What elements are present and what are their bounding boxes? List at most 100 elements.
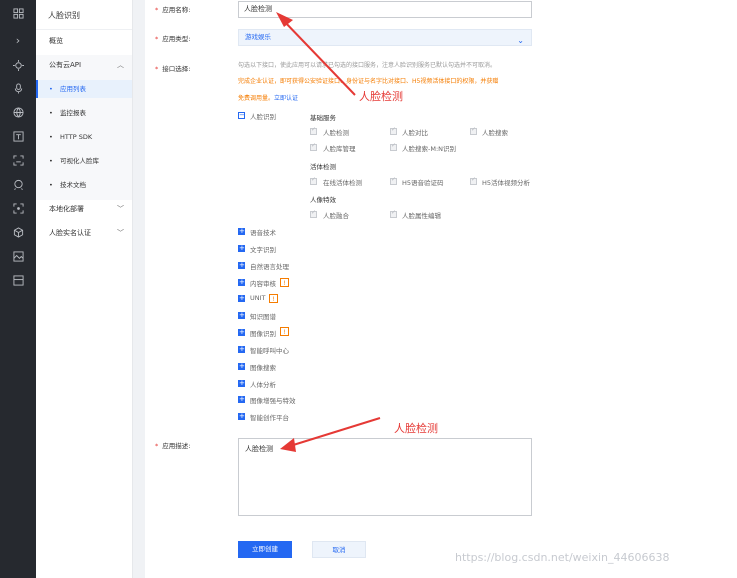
api-group-creation[interactable]: 智能创作平台: [250, 412, 289, 422]
image-icon[interactable]: [0, 245, 36, 267]
expand-icon[interactable]: +: [238, 279, 245, 286]
checkbox-h5-voice[interactable]: [390, 176, 397, 185]
main-panel: * 应用名称: 人脸检测 * 应用类型: 游戏娱乐 ⌄ * 接口选择: 勾选以下接口，…: [145, 0, 737, 578]
required-mark: *: [155, 65, 159, 73]
body-icon[interactable]: [0, 197, 36, 219]
app-name-label: * 应用名称:: [155, 6, 191, 14]
sidebar-item-realname-auth[interactable]: 人脸实名认证 ﹀: [36, 224, 132, 242]
api-group-image-recog[interactable]: 图像识别: [250, 328, 276, 338]
sidebar-item-public-api[interactable]: 公有云API ︿: [36, 56, 132, 74]
sidebar-item-label: 概览: [49, 37, 63, 45]
api-group-kg[interactable]: 知识图谱: [250, 311, 276, 321]
api-label: 人脸对比: [402, 129, 428, 137]
api-label: 人脸搜索: [482, 129, 508, 137]
cancel-button[interactable]: 取消: [312, 541, 366, 558]
expand-icon[interactable]: +: [238, 413, 245, 420]
expand-icon[interactable]: +: [238, 295, 245, 302]
api-label: 人脸属性编辑: [402, 212, 441, 220]
liveness-title: 活体检测: [310, 163, 336, 171]
warning-badge: !: [280, 278, 289, 287]
layout-icon[interactable]: [0, 269, 36, 291]
sidebar-item-monitor[interactable]: • 监控报表: [36, 104, 132, 122]
basic-services-title: 基础服务: [310, 114, 336, 122]
checkbox-h5-video[interactable]: [470, 176, 477, 185]
sidebar-item-http-sdk[interactable]: • HTTP SDK: [36, 128, 132, 146]
checkbox-online-liveness[interactable]: [310, 176, 317, 185]
sidebar-item-docs[interactable]: • 技术文档: [36, 176, 132, 194]
app-type-select[interactable]: 游戏娱乐 ⌄: [238, 29, 532, 46]
api-group-face: 人脸识别: [250, 113, 276, 121]
api-group-body[interactable]: 人体分析: [250, 379, 276, 389]
api-label: 人脸库管理: [323, 145, 356, 153]
api-group-call-center[interactable]: 智能呼叫中心: [250, 345, 289, 355]
app-name-input[interactable]: 人脸检测: [238, 1, 532, 18]
sidebar-title: 人脸识别: [48, 11, 80, 20]
cube-icon[interactable]: [0, 221, 36, 243]
sidebar-item-local-deploy[interactable]: 本地化部署 ﹀: [36, 200, 132, 218]
sidebar-item-app-list[interactable]: • 应用列表: [36, 80, 132, 98]
settings-icon[interactable]: [0, 54, 36, 76]
sidebar-item-label: 应用列表: [60, 85, 86, 93]
create-button[interactable]: 立即创建: [238, 541, 292, 558]
globe-icon[interactable]: [0, 101, 36, 123]
expand-icon[interactable]: +: [238, 363, 245, 370]
checkbox-face-lib[interactable]: [310, 142, 317, 151]
text-icon[interactable]: [0, 125, 36, 147]
sidebar-item-overview[interactable]: 概览: [36, 32, 132, 50]
app-desc-label: * 应用描述:: [155, 442, 191, 450]
api-group-ocr[interactable]: 文字识别: [250, 244, 276, 254]
chevron-down-icon: ⌄: [517, 36, 524, 45]
checkbox-face-search[interactable]: [470, 126, 477, 135]
expand-icon[interactable]: +: [238, 396, 245, 403]
face-id-icon[interactable]: [0, 173, 36, 195]
expand-icon[interactable]: +: [238, 312, 245, 319]
checkbox-face-attr-edit[interactable]: [390, 209, 397, 218]
expand-icon[interactable]: +: [238, 329, 245, 336]
scan-face-icon[interactable]: [0, 149, 36, 171]
bullet-icon: •: [49, 157, 53, 165]
api-group-content-audit[interactable]: 内容审核: [250, 278, 276, 288]
api-label: 人脸搜索-M:N识别: [402, 145, 457, 153]
auth-link[interactable]: 立即认证: [274, 95, 298, 102]
api-group-image-search[interactable]: 图像搜索: [250, 362, 276, 372]
annotation-label: 人脸检测: [394, 422, 438, 435]
chevron-down-icon: ﹀: [117, 205, 124, 213]
checkbox-face-detect[interactable]: [310, 126, 317, 135]
divider: [36, 29, 132, 30]
api-group-unit[interactable]: UNIT: [250, 294, 266, 302]
checkbox-face-mn[interactable]: [390, 142, 397, 151]
bullet-icon: •: [49, 181, 53, 189]
sidebar-item-label: HTTP SDK: [60, 133, 93, 141]
sidebar-item-face-library[interactable]: • 可视化人脸库: [36, 152, 132, 170]
expand-icon[interactable]: +: [238, 380, 245, 387]
grid-icon[interactable]: [0, 2, 36, 24]
expand-icon[interactable]: +: [238, 228, 245, 235]
sidebar-item-label: 公有云API: [49, 61, 82, 69]
api-group-nlp[interactable]: 自然语言处理: [250, 261, 289, 271]
mic-icon[interactable]: [0, 77, 36, 99]
checkbox-face-compare[interactable]: [390, 126, 397, 135]
app-desc-textarea[interactable]: 人脸检测: [238, 438, 532, 516]
checkbox-face-merge[interactable]: [310, 209, 317, 218]
sidebar-item-label: 人脸实名认证: [49, 229, 91, 237]
sidebar: 人脸识别 概览 公有云API ︿ • 应用列表 • 监控报表 • HTTP SD…: [36, 0, 133, 578]
icon-rail: ›: [0, 0, 36, 578]
api-label: 在线活体检测: [323, 179, 362, 187]
expand-icon[interactable]: +: [238, 346, 245, 353]
warning-badge: !: [269, 294, 278, 303]
api-group-image-enhance[interactable]: 图像增强与特效: [250, 395, 296, 405]
chevron-down-icon: ﹀: [117, 229, 124, 237]
api-group-speech[interactable]: 语音技术: [250, 227, 276, 237]
collapse-icon[interactable]: −: [238, 112, 245, 119]
effects-title: 人像特效: [310, 196, 336, 204]
api-label: 人脸融合: [323, 212, 349, 220]
expand-icon[interactable]: +: [238, 262, 245, 269]
sidebar-item-label: 可视化人脸库: [60, 157, 99, 165]
expand-icon[interactable]: +: [238, 245, 245, 252]
app-type-value: 游戏娱乐: [245, 33, 271, 41]
enterprise-auth-notice: 完成企业认证，即可获得公安验证接口、身份证与名字比对接口、H5视频活体接口的权限…: [238, 78, 499, 85]
expand-icon[interactable]: ›: [0, 29, 36, 51]
active-indicator: [36, 80, 38, 98]
annotation-label: 人脸检测: [359, 90, 403, 103]
app-type-label: * 应用类型:: [155, 35, 191, 43]
